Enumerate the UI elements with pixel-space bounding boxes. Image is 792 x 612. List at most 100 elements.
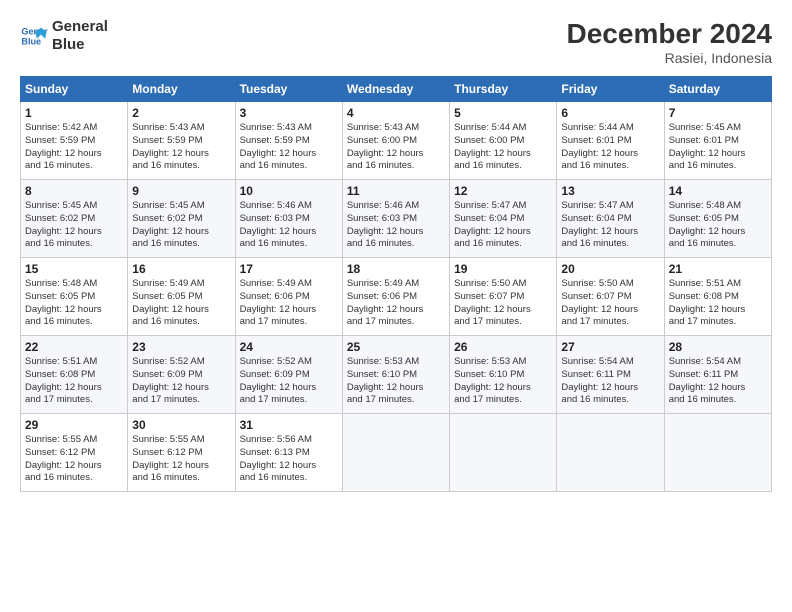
day-info: Sunrise: 5:47 AMSunset: 6:04 PMDaylight:…	[561, 200, 659, 251]
day-info: Sunrise: 5:45 AMSunset: 6:02 PMDaylight:…	[132, 200, 230, 251]
day-number: 18	[347, 262, 445, 276]
week-row-2: 8 Sunrise: 5:45 AMSunset: 6:02 PMDaylight…	[21, 180, 772, 258]
day-number: 7	[669, 106, 767, 120]
day-info: Sunrise: 5:46 AMSunset: 6:03 PMDaylight:…	[240, 200, 338, 251]
day-number: 8	[25, 184, 123, 198]
calendar-cell: 28 Sunrise: 5:54 AMSunset: 6:11 PMDayligh…	[664, 336, 771, 414]
day-number: 21	[669, 262, 767, 276]
calendar-cell: 5 Sunrise: 5:44 AMSunset: 6:00 PMDaylight…	[450, 102, 557, 180]
day-info: Sunrise: 5:46 AMSunset: 6:03 PMDaylight:…	[347, 200, 445, 251]
calendar-cell: 27 Sunrise: 5:54 AMSunset: 6:11 PMDayligh…	[557, 336, 664, 414]
calendar-cell: 19 Sunrise: 5:50 AMSunset: 6:07 PMDayligh…	[450, 258, 557, 336]
day-info: Sunrise: 5:44 AMSunset: 6:01 PMDaylight:…	[561, 122, 659, 173]
day-number: 25	[347, 340, 445, 354]
day-info: Sunrise: 5:50 AMSunset: 6:07 PMDaylight:…	[561, 278, 659, 329]
day-number: 27	[561, 340, 659, 354]
calendar-cell: 12 Sunrise: 5:47 AMSunset: 6:04 PMDayligh…	[450, 180, 557, 258]
calendar-cell: 17 Sunrise: 5:49 AMSunset: 6:06 PMDayligh…	[235, 258, 342, 336]
day-info: Sunrise: 5:54 AMSunset: 6:11 PMDaylight:…	[669, 356, 767, 407]
day-number: 1	[25, 106, 123, 120]
calendar-cell: 4 Sunrise: 5:43 AMSunset: 6:00 PMDaylight…	[342, 102, 449, 180]
calendar-cell: 7 Sunrise: 5:45 AMSunset: 6:01 PMDaylight…	[664, 102, 771, 180]
calendar-cell: 6Sunrise: 5:44 AMSunset: 6:01 PMDaylight…	[557, 102, 664, 180]
day-info: Sunrise: 5:42 AMSunset: 5:59 PMDaylight:…	[25, 122, 123, 173]
calendar-cell: 18 Sunrise: 5:49 AMSunset: 6:06 PMDayligh…	[342, 258, 449, 336]
day-info: Sunrise: 5:55 AMSunset: 6:12 PMDaylight:…	[25, 434, 123, 485]
day-info: Sunrise: 5:45 AMSunset: 6:01 PMDaylight:…	[669, 122, 767, 173]
day-number: 16	[132, 262, 230, 276]
calendar-cell: 16 Sunrise: 5:49 AMSunset: 6:05 PMDayligh…	[128, 258, 235, 336]
weekday-header-sunday: Sunday	[21, 77, 128, 102]
day-number: 24	[240, 340, 338, 354]
calendar-cell: 15Sunrise: 5:48 AMSunset: 6:05 PMDayligh…	[21, 258, 128, 336]
day-number: 20	[561, 262, 659, 276]
day-number: 12	[454, 184, 552, 198]
day-info: Sunrise: 5:54 AMSunset: 6:11 PMDaylight:…	[561, 356, 659, 407]
calendar-table: SundayMondayTuesdayWednesdayThursdayFrid…	[20, 76, 772, 492]
day-info: Sunrise: 5:51 AMSunset: 6:08 PMDaylight:…	[25, 356, 123, 407]
week-row-3: 15Sunrise: 5:48 AMSunset: 6:05 PMDayligh…	[21, 258, 772, 336]
day-number: 13	[561, 184, 659, 198]
day-number: 10	[240, 184, 338, 198]
logo-icon: General Blue	[20, 22, 48, 50]
weekday-header-row: SundayMondayTuesdayWednesdayThursdayFrid…	[21, 77, 772, 102]
day-info: Sunrise: 5:43 AMSunset: 6:00 PMDaylight:…	[347, 122, 445, 173]
location: Rasiei, Indonesia	[567, 50, 772, 66]
day-info: Sunrise: 5:52 AMSunset: 6:09 PMDaylight:…	[240, 356, 338, 407]
header: General Blue General Blue December 2024 …	[20, 18, 772, 66]
weekday-header-monday: Monday	[128, 77, 235, 102]
day-info: Sunrise: 5:53 AMSunset: 6:10 PMDaylight:…	[347, 356, 445, 407]
day-info: Sunrise: 5:55 AMSunset: 6:12 PMDaylight:…	[132, 434, 230, 485]
weekday-header-saturday: Saturday	[664, 77, 771, 102]
weekday-header-thursday: Thursday	[450, 77, 557, 102]
calendar-cell: 9Sunrise: 5:45 AMSunset: 6:02 PMDaylight…	[128, 180, 235, 258]
day-number: 11	[347, 184, 445, 198]
title-area: December 2024 Rasiei, Indonesia	[567, 18, 772, 66]
day-number: 31	[240, 418, 338, 432]
day-info: Sunrise: 5:47 AMSunset: 6:04 PMDaylight:…	[454, 200, 552, 251]
day-number: 3	[240, 106, 338, 120]
day-number: 19	[454, 262, 552, 276]
day-info: Sunrise: 5:44 AMSunset: 6:00 PMDaylight:…	[454, 122, 552, 173]
calendar-cell	[664, 414, 771, 492]
calendar-cell: 2 Sunrise: 5:43 AMSunset: 5:59 PMDaylight…	[128, 102, 235, 180]
calendar-cell	[557, 414, 664, 492]
day-info: Sunrise: 5:50 AMSunset: 6:07 PMDaylight:…	[454, 278, 552, 329]
calendar-cell: 26Sunrise: 5:53 AMSunset: 6:10 PMDayligh…	[450, 336, 557, 414]
page: General Blue General Blue December 2024 …	[0, 0, 792, 612]
calendar-cell	[450, 414, 557, 492]
day-info: Sunrise: 5:52 AMSunset: 6:09 PMDaylight:…	[132, 356, 230, 407]
calendar-cell: 29Sunrise: 5:55 AMSunset: 6:12 PMDayligh…	[21, 414, 128, 492]
week-row-5: 29Sunrise: 5:55 AMSunset: 6:12 PMDayligh…	[21, 414, 772, 492]
day-number: 17	[240, 262, 338, 276]
day-info: Sunrise: 5:48 AMSunset: 6:05 PMDaylight:…	[669, 200, 767, 251]
calendar-cell: 8Sunrise: 5:45 AMSunset: 6:02 PMDaylight…	[21, 180, 128, 258]
day-info: Sunrise: 5:53 AMSunset: 6:10 PMDaylight:…	[454, 356, 552, 407]
calendar-cell: 1 Sunrise: 5:42 AMSunset: 5:59 PMDaylight…	[21, 102, 128, 180]
day-number: 4	[347, 106, 445, 120]
calendar-cell: 11 Sunrise: 5:46 AMSunset: 6:03 PMDayligh…	[342, 180, 449, 258]
day-info: Sunrise: 5:56 AMSunset: 6:13 PMDaylight:…	[240, 434, 338, 485]
calendar-cell: 31 Sunrise: 5:56 AMSunset: 6:13 PMDayligh…	[235, 414, 342, 492]
calendar-cell: 14 Sunrise: 5:48 AMSunset: 6:05 PMDayligh…	[664, 180, 771, 258]
day-number: 23	[132, 340, 230, 354]
calendar-cell: 13 Sunrise: 5:47 AMSunset: 6:04 PMDayligh…	[557, 180, 664, 258]
day-number: 14	[669, 184, 767, 198]
weekday-header-wednesday: Wednesday	[342, 77, 449, 102]
calendar-cell: 25 Sunrise: 5:53 AMSunset: 6:10 PMDayligh…	[342, 336, 449, 414]
month-title: December 2024	[567, 18, 772, 50]
day-info: Sunrise: 5:49 AMSunset: 6:05 PMDaylight:…	[132, 278, 230, 329]
logo: General Blue General Blue	[20, 18, 108, 54]
day-number: 22	[25, 340, 123, 354]
day-number: 28	[669, 340, 767, 354]
calendar-cell: 3Sunrise: 5:43 AMSunset: 5:59 PMDaylight…	[235, 102, 342, 180]
day-info: Sunrise: 5:49 AMSunset: 6:06 PMDaylight:…	[347, 278, 445, 329]
logo-text-general: General	[52, 18, 108, 36]
week-row-4: 22 Sunrise: 5:51 AMSunset: 6:08 PMDayligh…	[21, 336, 772, 414]
day-info: Sunrise: 5:51 AMSunset: 6:08 PMDaylight:…	[669, 278, 767, 329]
day-info: Sunrise: 5:43 AMSunset: 5:59 PMDaylight:…	[132, 122, 230, 173]
logo-text-blue: Blue	[52, 36, 108, 54]
day-info: Sunrise: 5:49 AMSunset: 6:06 PMDaylight:…	[240, 278, 338, 329]
day-number: 5	[454, 106, 552, 120]
day-number: 2	[132, 106, 230, 120]
